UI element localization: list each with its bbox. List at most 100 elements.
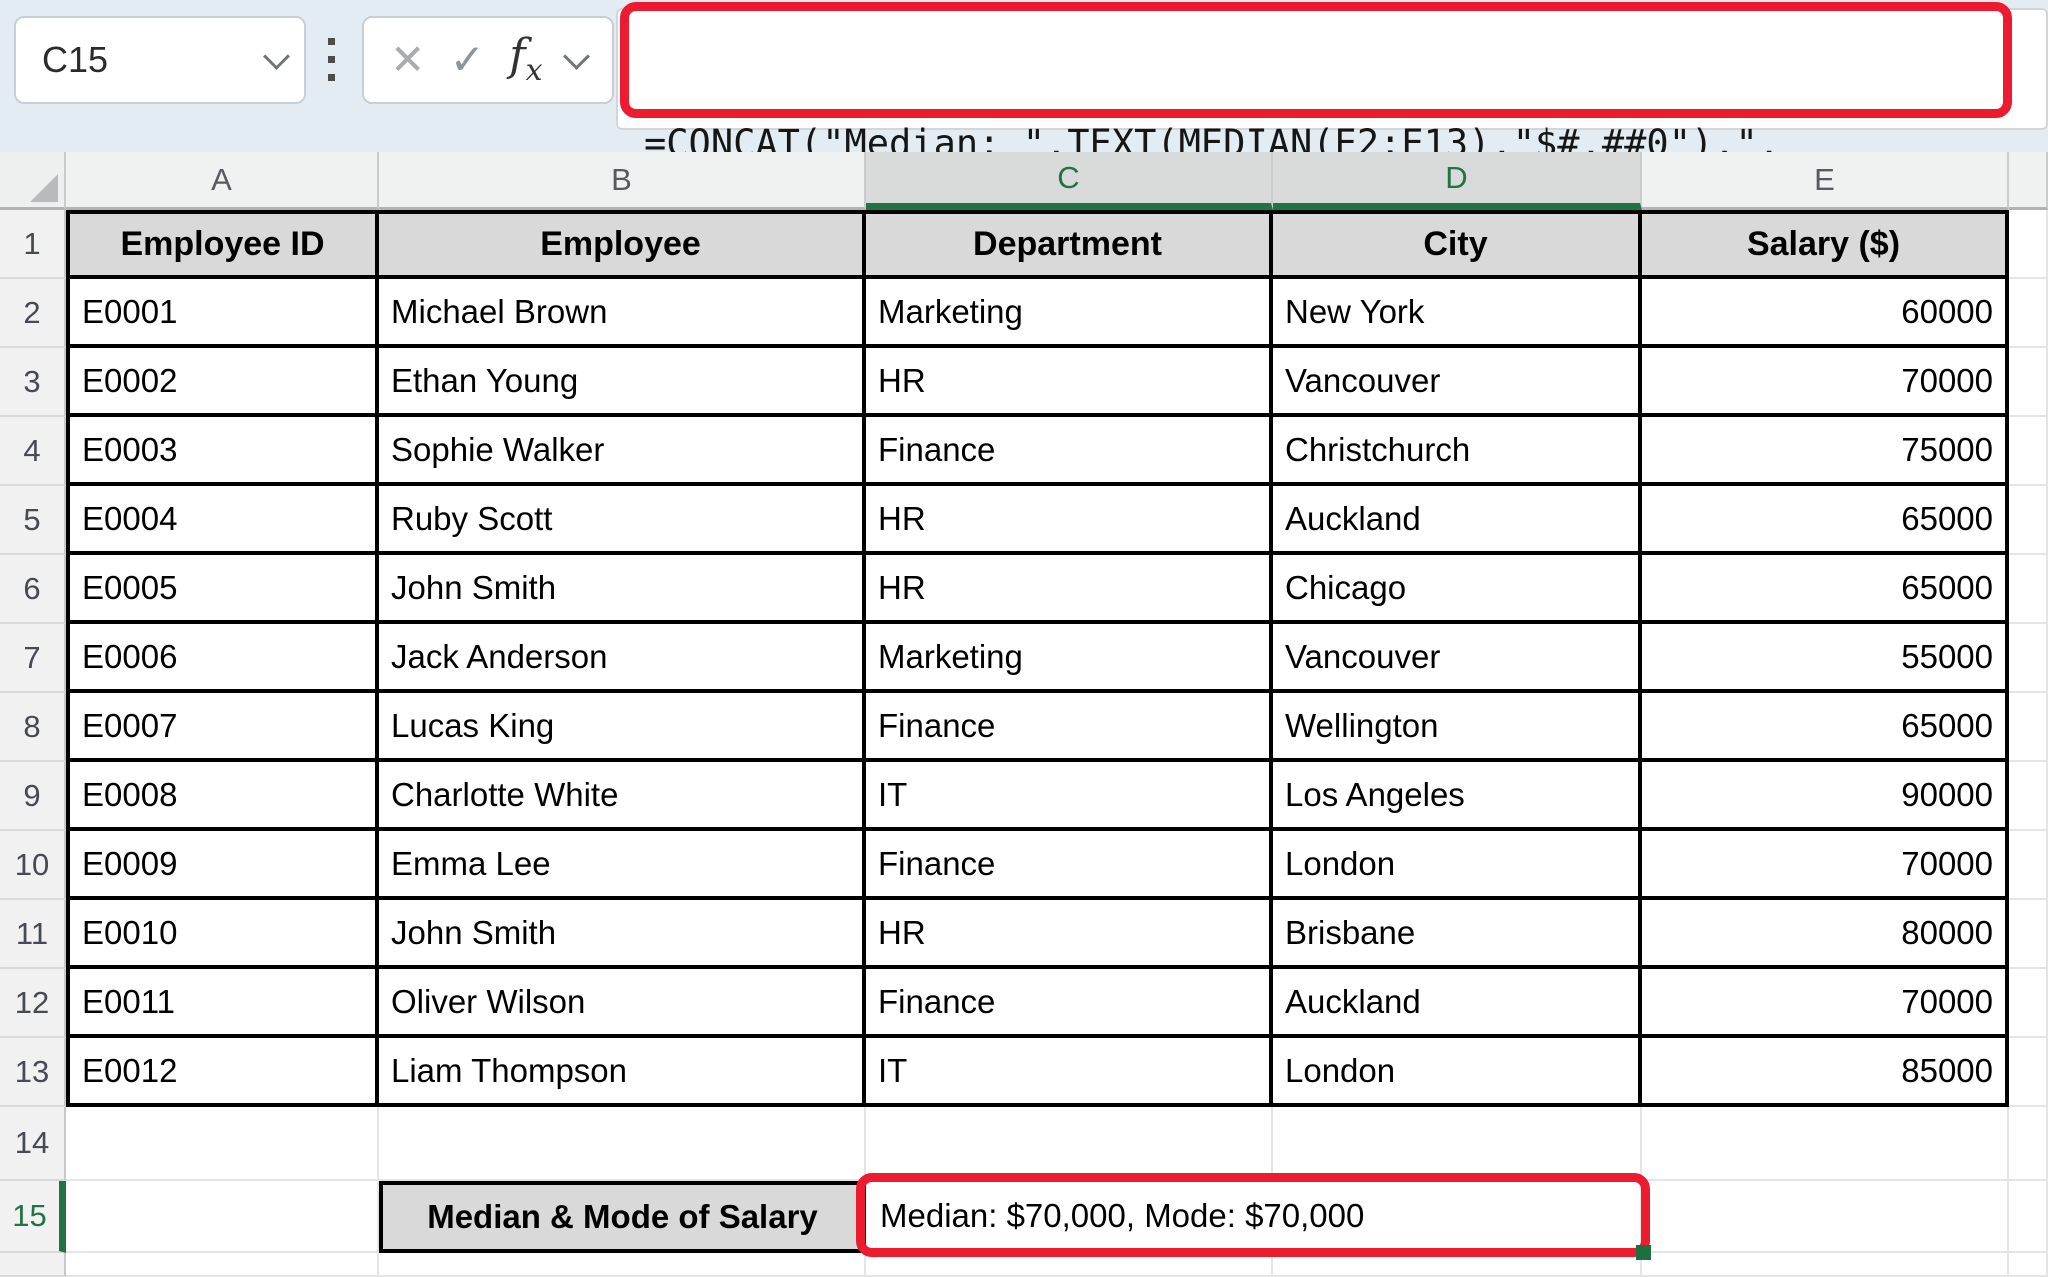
cell-B14[interactable] (379, 1107, 866, 1181)
cell-B6[interactable]: John Smith (379, 555, 866, 624)
cell-C6[interactable]: HR (866, 555, 1273, 624)
cell-B2[interactable]: Michael Brown (379, 279, 866, 348)
cell-F5[interactable] (2009, 486, 2048, 555)
cell-D7[interactable]: Vancouver (1273, 624, 1642, 693)
cell-C14[interactable] (866, 1107, 1273, 1181)
cell-F6[interactable] (2009, 555, 2048, 624)
cancel-icon[interactable]: ✕ (390, 39, 425, 81)
name-box[interactable]: C15 (14, 16, 306, 104)
cell-D10[interactable]: London (1273, 831, 1642, 900)
cell-C3[interactable]: HR (866, 348, 1273, 417)
row-header-15[interactable]: 15 (0, 1181, 66, 1253)
cell-A13[interactable]: E0012 (66, 1038, 379, 1107)
cell-F12[interactable] (2009, 969, 2048, 1038)
cell-A10[interactable]: E0009 (66, 831, 379, 900)
cell-D14[interactable] (1273, 1107, 1642, 1181)
cell-B15-summary-label[interactable]: Median & Mode of Salary (379, 1181, 866, 1253)
cell-B11[interactable]: John Smith (379, 900, 866, 969)
cell-A8[interactable]: E0007 (66, 693, 379, 762)
cell-C4[interactable]: Finance (866, 417, 1273, 486)
cell-D16[interactable] (1273, 1253, 1642, 1277)
cell-D1[interactable]: City (1273, 210, 1642, 279)
cell-E14[interactable] (1642, 1107, 2009, 1181)
cell-B10[interactable]: Emma Lee (379, 831, 866, 900)
row-header-1[interactable]: 1 (0, 210, 66, 279)
cell-C10[interactable]: Finance (866, 831, 1273, 900)
cell-C2[interactable]: Marketing (866, 279, 1273, 348)
chevron-down-icon[interactable] (263, 43, 290, 70)
cell-F1[interactable] (2009, 210, 2048, 279)
cell-E9[interactable]: 90000 (1642, 762, 2009, 831)
cell-F7[interactable] (2009, 624, 2048, 693)
cell-B9[interactable]: Charlotte White (379, 762, 866, 831)
cell-A14[interactable] (66, 1107, 379, 1181)
cell-F14[interactable] (2009, 1107, 2048, 1181)
cell-A5[interactable]: E0004 (66, 486, 379, 555)
cell-B13[interactable]: Liam Thompson (379, 1038, 866, 1107)
cell-A1[interactable]: Employee ID (66, 210, 379, 279)
cell-F15[interactable] (2009, 1181, 2048, 1253)
cell-E1[interactable]: Salary ($) (1642, 210, 2009, 279)
chevron-down-icon[interactable] (563, 43, 590, 70)
row-header-8[interactable]: 8 (0, 693, 66, 762)
cell-A15[interactable] (66, 1181, 379, 1253)
row-header-13[interactable]: 13 (0, 1038, 66, 1107)
cell-D3[interactable]: Vancouver (1273, 348, 1642, 417)
cell-A2[interactable]: E0001 (66, 279, 379, 348)
row-header-16[interactable] (0, 1253, 66, 1277)
row-header-9[interactable]: 9 (0, 762, 66, 831)
cell-D8[interactable]: Wellington (1273, 693, 1642, 762)
enter-icon[interactable]: ✓ (450, 39, 485, 81)
cell-F13[interactable] (2009, 1038, 2048, 1107)
cell-B12[interactable]: Oliver Wilson (379, 969, 866, 1038)
cell-B7[interactable]: Jack Anderson (379, 624, 866, 693)
cell-B8[interactable]: Lucas King (379, 693, 866, 762)
cell-E7[interactable]: 55000 (1642, 624, 2009, 693)
cell-C11[interactable]: HR (866, 900, 1273, 969)
column-header-C[interactable]: C (866, 152, 1273, 210)
cell-E15[interactable] (1642, 1181, 2009, 1253)
cell-B3[interactable]: Ethan Young (379, 348, 866, 417)
row-header-14[interactable]: 14 (0, 1107, 66, 1181)
cell-B1[interactable]: Employee (379, 210, 866, 279)
column-header-B[interactable]: B (379, 152, 866, 210)
cell-C1[interactable]: Department (866, 210, 1273, 279)
row-header-7[interactable]: 7 (0, 624, 66, 693)
cell-F9[interactable] (2009, 762, 2048, 831)
cell-C7[interactable]: Marketing (866, 624, 1273, 693)
cell-E2[interactable]: 60000 (1642, 279, 2009, 348)
cell-C9[interactable]: IT (866, 762, 1273, 831)
cell-C15-selected-result[interactable]: Median: $70,000, Mode: $70,000 (866, 1181, 1642, 1253)
fill-handle[interactable] (1636, 1245, 1651, 1260)
cell-C5[interactable]: HR (866, 486, 1273, 555)
cell-D9[interactable]: Los Angeles (1273, 762, 1642, 831)
cell-E8[interactable]: 65000 (1642, 693, 2009, 762)
cell-C8[interactable]: Finance (866, 693, 1273, 762)
cell-C12[interactable]: Finance (866, 969, 1273, 1038)
cell-F16[interactable] (2009, 1253, 2048, 1277)
row-header-4[interactable]: 4 (0, 417, 66, 486)
cell-F10[interactable] (2009, 831, 2048, 900)
row-header-10[interactable]: 10 (0, 831, 66, 900)
cell-F8[interactable] (2009, 693, 2048, 762)
cell-A6[interactable]: E0005 (66, 555, 379, 624)
cell-D4[interactable]: Christchurch (1273, 417, 1642, 486)
cell-A3[interactable]: E0002 (66, 348, 379, 417)
cell-D6[interactable]: Chicago (1273, 555, 1642, 624)
cell-F2[interactable] (2009, 279, 2048, 348)
cell-F3[interactable] (2009, 348, 2048, 417)
cell-A9[interactable]: E0008 (66, 762, 379, 831)
cell-D11[interactable]: Brisbane (1273, 900, 1642, 969)
column-header-F-partial[interactable] (2009, 152, 2048, 210)
cell-C16[interactable] (866, 1253, 1273, 1277)
cell-E11[interactable]: 80000 (1642, 900, 2009, 969)
select-all-button[interactable] (0, 152, 66, 210)
column-header-D[interactable]: D (1273, 152, 1642, 210)
cell-E12[interactable]: 70000 (1642, 969, 2009, 1038)
cell-A12[interactable]: E0011 (66, 969, 379, 1038)
row-header-5[interactable]: 5 (0, 486, 66, 555)
cell-A7[interactable]: E0006 (66, 624, 379, 693)
row-header-11[interactable]: 11 (0, 900, 66, 969)
cell-E13[interactable]: 85000 (1642, 1038, 2009, 1107)
row-header-2[interactable]: 2 (0, 279, 66, 348)
